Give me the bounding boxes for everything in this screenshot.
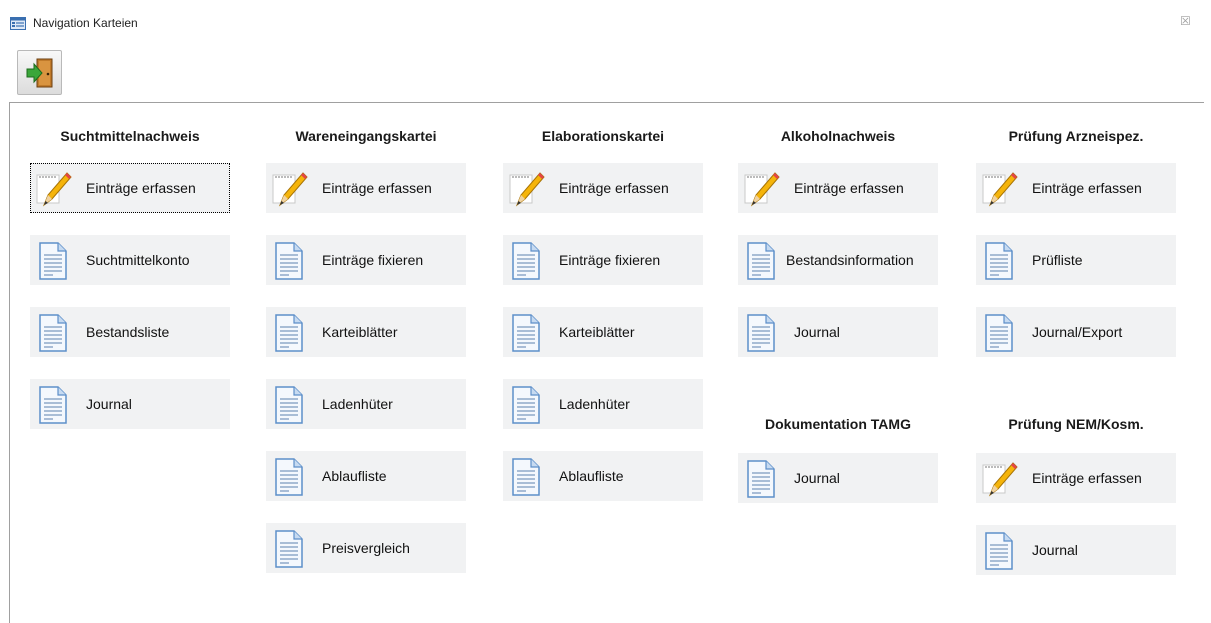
app-window-icon bbox=[10, 17, 26, 30]
section-header-alkoholnachweis: Alkoholnachweis bbox=[780, 128, 896, 144]
nav-button-wareneingangskartei-eintraege-erfassen[interactable]: Einträge erfassen bbox=[266, 163, 466, 213]
nav-button-label: Einträge erfassen bbox=[1032, 470, 1142, 486]
pencil-edit-icon bbox=[509, 169, 545, 209]
nav-button-label: Bestandsliste bbox=[86, 324, 170, 340]
nav-button-wareneingangskartei-eintraege-fixieren[interactable]: Einträge fixieren bbox=[266, 235, 466, 285]
nav-button-dokumentation-tamg-journal[interactable]: Journal bbox=[738, 453, 938, 503]
nav-button-label: Ablaufliste bbox=[322, 468, 387, 484]
exit-door-icon bbox=[26, 58, 53, 88]
nav-button-elaborationskartei-eintraege-erfassen[interactable]: Einträge erfassen bbox=[503, 163, 703, 213]
nav-button-label: Karteiblätter bbox=[559, 324, 635, 340]
document-icon bbox=[744, 459, 780, 499]
nav-button-label: Preisvergleich bbox=[322, 540, 410, 556]
nav-button-pruefung-arzneispez-pruefliste[interactable]: Prüfliste bbox=[976, 235, 1176, 285]
nav-button-pruefung-arzneispez-eintraege-erfassen[interactable]: Einträge erfassen bbox=[976, 163, 1176, 213]
window-title: Navigation Karteien bbox=[33, 16, 138, 30]
nav-button-elaborationskartei-eintraege-fixieren[interactable]: Einträge fixieren bbox=[503, 235, 703, 285]
pencil-edit-icon bbox=[744, 169, 780, 209]
section-header-pruefung-arzneispez: Prüfung Arzneispez. bbox=[1008, 128, 1144, 144]
document-icon bbox=[272, 241, 308, 281]
nav-button-label: Ladenhüter bbox=[322, 396, 393, 412]
nav-button-alkoholnachweis-journal[interactable]: Journal bbox=[738, 307, 938, 357]
pencil-edit-icon bbox=[272, 169, 308, 209]
section-header-pruefung-nem-kosm: Prüfung NEM/Kosm. bbox=[1008, 416, 1144, 432]
nav-button-label: Einträge fixieren bbox=[322, 252, 424, 268]
pencil-edit-icon bbox=[36, 169, 72, 209]
section-header-dokumentation-tamg: Dokumentation TAMG bbox=[765, 416, 911, 432]
nav-button-alkoholnachweis-bestandsinformation[interactable]: Bestandsinformation bbox=[738, 235, 938, 285]
document-icon bbox=[509, 313, 545, 353]
nav-button-suchtmittelnachweis-suchtmittelkonto[interactable]: Suchtmittelkonto bbox=[30, 235, 230, 285]
document-icon bbox=[272, 385, 308, 425]
document-icon bbox=[744, 241, 780, 281]
document-icon bbox=[982, 313, 1018, 353]
document-icon bbox=[36, 313, 72, 353]
pencil-edit-icon bbox=[982, 169, 1018, 209]
title-bar: Navigation Karteien ☒ bbox=[0, 0, 1211, 34]
section-header-elaborationskartei: Elaborationskartei bbox=[541, 128, 665, 144]
close-icon[interactable]: ☒ bbox=[1180, 14, 1191, 28]
nav-button-label: Einträge erfassen bbox=[1032, 180, 1142, 196]
exit-button[interactable] bbox=[17, 50, 62, 95]
document-icon bbox=[36, 385, 72, 425]
document-icon bbox=[509, 385, 545, 425]
nav-button-wareneingangskartei-ladenhueter[interactable]: Ladenhüter bbox=[266, 379, 466, 429]
document-icon bbox=[36, 241, 72, 281]
nav-button-wareneingangskartei-preisvergleich[interactable]: Preisvergleich bbox=[266, 523, 466, 573]
nav-button-elaborationskartei-ladenhueter[interactable]: Ladenhüter bbox=[503, 379, 703, 429]
nav-button-label: Journal bbox=[1032, 542, 1078, 558]
nav-button-suchtmittelnachweis-journal[interactable]: Journal bbox=[30, 379, 230, 429]
nav-button-label: Journal/Export bbox=[1032, 324, 1123, 340]
nav-button-pruefung-nem-kosm-eintraege-erfassen[interactable]: Einträge erfassen bbox=[976, 453, 1176, 503]
nav-button-wareneingangskartei-karteiblaetter[interactable]: Karteiblätter bbox=[266, 307, 466, 357]
section-header-wareneingangskartei: Wareneingangskartei bbox=[295, 128, 437, 144]
nav-button-elaborationskartei-ablaufliste[interactable]: Ablaufliste bbox=[503, 451, 703, 501]
nav-button-label: Journal bbox=[794, 470, 840, 486]
nav-button-label: Prüfliste bbox=[1032, 252, 1083, 268]
nav-button-label: Einträge fixieren bbox=[559, 252, 661, 268]
nav-button-label: Suchtmittelkonto bbox=[86, 252, 190, 268]
document-icon bbox=[982, 241, 1018, 281]
nav-button-label: Einträge erfassen bbox=[794, 180, 904, 196]
nav-button-label: Journal bbox=[86, 396, 132, 412]
nav-button-pruefung-arzneispez-journal-export[interactable]: Journal/Export bbox=[976, 307, 1176, 357]
nav-button-suchtmittelnachweis-eintraege-erfassen[interactable]: Einträge erfassen bbox=[30, 163, 230, 213]
section-header-suchtmittelnachweis: Suchtmittelnachweis bbox=[60, 128, 200, 144]
nav-button-suchtmittelnachweis-bestandsliste[interactable]: Bestandsliste bbox=[30, 307, 230, 357]
navigation-window: Navigation Karteien ☒ Suchtmittelnachwei… bbox=[0, 0, 1211, 623]
nav-button-elaborationskartei-karteiblaetter[interactable]: Karteiblätter bbox=[503, 307, 703, 357]
nav-button-label: Journal bbox=[794, 324, 840, 340]
nav-button-label: Ladenhüter bbox=[559, 396, 630, 412]
nav-button-pruefung-nem-kosm-journal[interactable]: Journal bbox=[976, 525, 1176, 575]
nav-button-alkoholnachweis-eintraege-erfassen[interactable]: Einträge erfassen bbox=[738, 163, 938, 213]
nav-button-label: Einträge erfassen bbox=[322, 180, 432, 196]
nav-button-label: Bestandsinformation bbox=[786, 252, 914, 268]
nav-button-label: Karteiblätter bbox=[322, 324, 398, 340]
document-icon bbox=[509, 241, 545, 281]
document-icon bbox=[272, 313, 308, 353]
nav-button-label: Einträge erfassen bbox=[559, 180, 669, 196]
nav-button-wareneingangskartei-ablaufliste[interactable]: Ablaufliste bbox=[266, 451, 466, 501]
document-icon bbox=[272, 529, 308, 569]
document-icon bbox=[509, 457, 545, 497]
document-icon bbox=[982, 531, 1018, 571]
nav-button-label: Ablaufliste bbox=[559, 468, 624, 484]
nav-button-label: Einträge erfassen bbox=[86, 180, 196, 196]
pencil-edit-icon bbox=[982, 459, 1018, 499]
document-icon bbox=[272, 457, 308, 497]
document-icon bbox=[744, 313, 780, 353]
